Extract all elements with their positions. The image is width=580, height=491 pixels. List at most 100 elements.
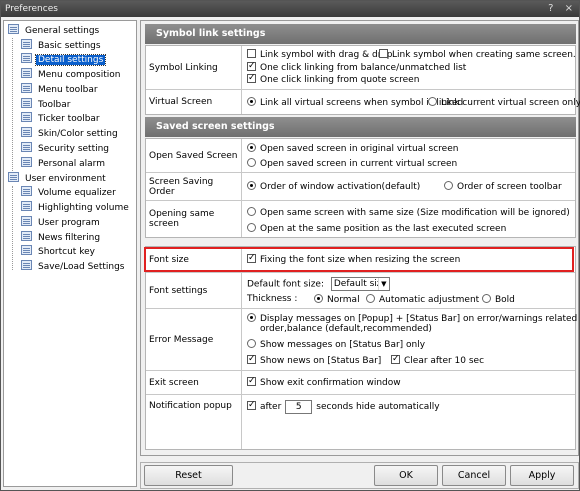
- preferences-window: Preferences ? × General settings Basic s…: [0, 0, 580, 491]
- open-saved-screen-label: Open Saved Screen: [146, 139, 242, 172]
- seconds-input[interactable]: 5: [285, 399, 313, 414]
- tree-item-security[interactable]: Security setting: [21, 142, 111, 156]
- same-size-radio[interactable]: Open same screen with same size (Size mo…: [247, 207, 570, 219]
- saved-screen-header: Saved screen settings: [145, 117, 576, 137]
- tree-item-menu-composition[interactable]: Menu composition: [21, 68, 122, 82]
- checkbox-box: [247, 49, 256, 58]
- tree-item-detail-settings[interactable]: Detail settings: [21, 53, 107, 67]
- link-drag-checkbox[interactable]: Link symbol with drag & drop: [247, 49, 392, 61]
- thickness-normal-radio[interactable]: Normal: [314, 294, 360, 306]
- tree-item-skin-color[interactable]: Skin/Color setting: [21, 127, 120, 141]
- screen-saving-order-row: Screen Saving Order Order of window acti…: [146, 172, 575, 200]
- one-click-balance-checkbox[interactable]: One click linking from balance/unmatched…: [247, 62, 466, 74]
- page-icon: [21, 83, 32, 93]
- cancel-button[interactable]: Cancel: [442, 465, 506, 486]
- opening-same-screen-label: Opening same screen: [146, 201, 242, 237]
- page-icon: [21, 157, 32, 167]
- page-icon: [21, 112, 32, 122]
- page-icon: [21, 53, 32, 63]
- tree-group-general[interactable]: General settings: [8, 24, 101, 38]
- radio-dot: [247, 223, 256, 232]
- error-message-row: Error Message Display messages on [Popup…: [146, 308, 580, 370]
- one-click-quote-checkbox[interactable]: One click linking from quote screen: [247, 74, 419, 86]
- hide-automatically-label: seconds hide automatically: [316, 402, 440, 412]
- show-status-only-radio[interactable]: Show messages on [Status Bar] only: [247, 339, 425, 351]
- page-icon: [21, 216, 32, 226]
- page-icon: [21, 231, 32, 241]
- chevron-down-icon: ▼: [377, 278, 389, 290]
- tree-item-personal-alarm[interactable]: Personal alarm: [21, 157, 107, 171]
- tree-item-highlighting-volume[interactable]: Highlighting volume: [21, 201, 131, 215]
- page-icon: [21, 39, 32, 49]
- radio-dot: [247, 181, 256, 190]
- radio-dot: [314, 294, 323, 303]
- radio-dot: [428, 97, 437, 106]
- radio-dot: [444, 181, 453, 190]
- tree-item-news-filtering[interactable]: News filtering: [21, 231, 102, 245]
- folder-icon: [8, 172, 19, 182]
- link-creating-checkbox[interactable]: Link symbol when creating same screen.: [379, 49, 576, 61]
- page-icon: [21, 98, 32, 108]
- thickness-bold-radio[interactable]: Bold: [482, 294, 515, 306]
- virtual-screen-label: Virtual Screen: [146, 90, 242, 114]
- exit-confirm-checkbox[interactable]: Show exit confirmation window: [247, 377, 401, 389]
- link-current-virtual-radio[interactable]: Link current virtual screen only: [428, 97, 580, 109]
- checkbox-box: [391, 355, 400, 364]
- radio-dot: [247, 158, 256, 167]
- opening-same-screen-row: Opening same screen Open same screen wit…: [146, 200, 575, 237]
- default-font-size-label: Default font size:: [247, 279, 324, 290]
- font-settings-label: Font settings: [146, 273, 242, 308]
- thickness-label: Thickness :: [247, 294, 298, 304]
- apply-button[interactable]: Apply: [510, 465, 574, 486]
- reset-button[interactable]: Reset: [144, 465, 233, 486]
- page-icon: [21, 142, 32, 152]
- thickness-auto-radio[interactable]: Automatic adjustment: [366, 294, 479, 306]
- symbol-link-header: Symbol link settings: [145, 24, 576, 44]
- error-message-label: Error Message: [146, 309, 242, 370]
- close-icon[interactable]: ×: [565, 3, 573, 14]
- default-font-size-select[interactable]: Default size ▼: [330, 277, 390, 291]
- order-activation-radio[interactable]: Order of window activation(default): [247, 181, 420, 193]
- tree-connector: [12, 38, 13, 179]
- clear-after-checkbox[interactable]: Clear after 10 sec: [391, 355, 484, 367]
- radio-dot: [366, 294, 375, 303]
- notification-popup-checkbox[interactable]: [247, 401, 256, 410]
- page-icon: [21, 127, 32, 137]
- virtual-screen-row: Virtual Screen Link all virtual screens …: [146, 89, 580, 114]
- checkbox-box: [247, 377, 256, 386]
- default-font-size-group: Default font size: Default size ▼: [247, 277, 390, 291]
- folder-icon: [8, 24, 19, 34]
- order-toolbar-radio[interactable]: Order of screen toolbar: [444, 181, 562, 193]
- notification-popup-label: Notification popup: [146, 395, 242, 449]
- tree-item-user-program[interactable]: User program: [21, 216, 102, 230]
- notification-popup-group: after5seconds hide automatically: [247, 399, 440, 415]
- help-icon[interactable]: ?: [548, 3, 553, 14]
- same-position-radio[interactable]: Open at the same position as the last ex…: [247, 223, 506, 235]
- ok-button[interactable]: OK: [374, 465, 438, 486]
- title-bar: Preferences ? ×: [1, 1, 579, 17]
- tree-item-toolbar[interactable]: Toolbar: [21, 98, 72, 112]
- tree-connector: [12, 186, 13, 270]
- checkbox-box: [379, 49, 388, 58]
- tree-item-basic-settings[interactable]: Basic settings: [21, 39, 103, 53]
- radio-dot: [247, 143, 256, 152]
- tree-group-user-environment[interactable]: User environment: [8, 172, 108, 186]
- general-settings-grid: Font size Fixing the font size when resi…: [145, 246, 580, 450]
- checkbox-box: [247, 355, 256, 364]
- font-settings-row: Font settings Default font size: Default…: [146, 272, 575, 308]
- tree-item-menu-toolbar[interactable]: Menu toolbar: [21, 83, 100, 97]
- tree-item-volume-equalizer[interactable]: Volume equalizer: [21, 186, 118, 200]
- tree-item-shortcut-key[interactable]: Shortcut key: [21, 245, 97, 259]
- tree-item-ticker-toolbar[interactable]: Ticker toolbar: [21, 112, 102, 126]
- font-size-highlight-box: [144, 247, 574, 272]
- radio-dot: [247, 339, 256, 348]
- open-current-radio[interactable]: Open saved screen in current virtual scr…: [247, 158, 457, 170]
- show-news-checkbox[interactable]: Show news on [Status Bar]: [247, 355, 381, 367]
- page-icon: [21, 68, 32, 78]
- display-popup-continued: order,balance (default,recommended): [260, 324, 432, 334]
- open-original-radio[interactable]: Open saved screen in original virtual sc…: [247, 143, 458, 155]
- symbol-linking-label: Symbol Linking: [146, 46, 242, 89]
- page-icon: [21, 245, 32, 255]
- symbol-linking-row: Symbol Linking Link symbol with drag & d…: [146, 46, 576, 89]
- tree-item-save-load[interactable]: Save/Load Settings: [21, 260, 127, 274]
